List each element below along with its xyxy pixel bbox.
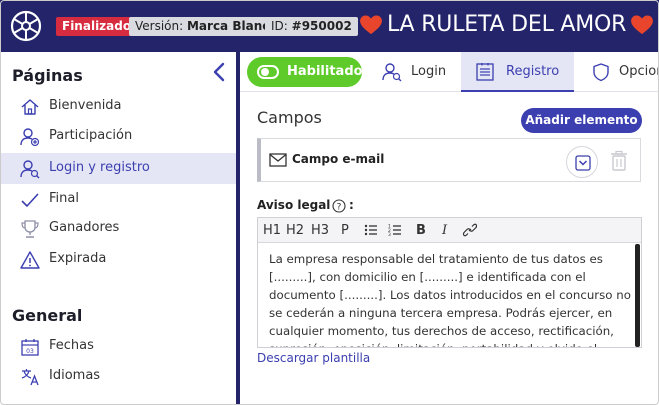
sidebar-item-label: Idiomas	[49, 368, 101, 383]
sidebar-item-label: Login y registro	[49, 160, 150, 175]
calendar-icon: 03	[21, 339, 39, 356]
version-badge: Versión: Marca Blanca	[129, 17, 284, 36]
roulette-logo-icon[interactable]	[10, 10, 42, 42]
chevron-left-icon[interactable]	[212, 62, 226, 82]
version-prefix: Versión:	[135, 19, 187, 33]
sidebar-item-expirada[interactable]: Expirada	[0, 244, 236, 275]
sidebar-item-label: Participación	[49, 128, 133, 143]
ordered-list-icon[interactable]: 123	[388, 223, 402, 237]
sidebar-item-idiomas[interactable]: Idiomas	[0, 361, 236, 392]
heading3-button[interactable]: H3	[311, 223, 329, 238]
bold-button[interactable]: B	[416, 223, 426, 238]
legal-colon: :	[349, 198, 354, 212]
app-title-text: LA RULETA DEL AMOR	[387, 12, 627, 37]
tab-label: Opciones	[619, 64, 659, 79]
toggle-switch-icon	[257, 65, 279, 79]
top-bar: Finalizado Versión: Marca Blanca ID: #95…	[0, 0, 659, 52]
toggle-label: Habilitado	[287, 64, 363, 79]
form-icon	[476, 63, 494, 81]
sidebar-item-participacion[interactable]: Participación	[0, 121, 236, 152]
trophy-icon	[21, 220, 39, 238]
tab-login[interactable]: Login	[370, 52, 456, 92]
chevron-down-icon	[575, 155, 591, 171]
id-badge: ID: #950002	[265, 17, 358, 36]
sidebar-item-label: Ganadores	[49, 220, 120, 235]
sidebar-section-title-general: General	[12, 306, 83, 325]
legal-text-editor[interactable]: H1 H2 H3 P 123 B I La empresa responsabl…	[257, 217, 642, 348]
sidebar-item-login-registro[interactable]: Login y registro	[0, 153, 236, 184]
tab-label: Login	[411, 64, 447, 79]
sidebar-item-bienvenida[interactable]: Bienvenida	[0, 91, 236, 122]
sidebar-item-fechas[interactable]: 03 Fechas	[0, 331, 236, 362]
svg-text:?: ?	[337, 202, 342, 212]
help-icon[interactable]: ?	[332, 199, 346, 213]
editor-toolbar: H1 H2 H3 P 123 B I	[258, 218, 641, 243]
shield-icon	[593, 63, 609, 82]
fields-title: Campos	[257, 108, 322, 127]
sidebar-section-title-pages: Páginas	[12, 66, 83, 85]
sidebar-item-label: Expirada	[49, 251, 107, 266]
warning-icon	[20, 251, 40, 269]
heading1-button[interactable]: H1	[263, 223, 281, 238]
legal-label: Aviso legal	[257, 198, 331, 212]
tab-registro[interactable]: Registro	[461, 52, 574, 92]
svg-text:03: 03	[26, 348, 34, 355]
italic-button[interactable]: I	[442, 223, 447, 238]
tab-label: Registro	[506, 64, 560, 79]
heading2-button[interactable]: H2	[286, 223, 304, 238]
translate-icon	[21, 369, 39, 386]
id-prefix: ID:	[271, 19, 292, 33]
enabled-toggle[interactable]: Habilitado	[247, 57, 363, 87]
user-search-icon	[382, 63, 402, 82]
version-value: Marca Blanca	[186, 19, 278, 33]
legal-text[interactable]: La empresa responsable del tratamiento d…	[269, 250, 635, 347]
user-search-icon	[20, 160, 40, 179]
check-icon	[21, 193, 39, 207]
bullet-list-icon[interactable]	[364, 223, 378, 237]
app-title: LA RULETA DEL AMOR	[360, 12, 654, 37]
sidebar-item-ganadores[interactable]: Ganadores	[0, 213, 236, 244]
user-add-icon	[20, 128, 40, 147]
sidebar-item-label: Bienvenida	[49, 98, 122, 113]
link-icon[interactable]	[463, 223, 477, 237]
id-value: #950002	[291, 19, 352, 33]
expand-field-button[interactable]	[566, 146, 598, 178]
sidebar-item-final[interactable]: Final	[0, 184, 236, 215]
heart-icon	[360, 14, 382, 34]
trash-icon[interactable]	[609, 150, 629, 172]
add-element-button[interactable]: Añadir elemento	[521, 108, 642, 133]
mail-icon	[269, 153, 287, 167]
sidebar-item-label: Final	[49, 191, 79, 206]
status-badge: Finalizado	[56, 17, 138, 36]
tab-opciones[interactable]: Opciones	[581, 52, 659, 92]
download-template-link[interactable]: Descargar plantilla	[257, 351, 370, 365]
sidebar-item-label: Fechas	[49, 338, 94, 353]
field-card-label: Campo e-mail	[292, 152, 385, 166]
heart-icon	[631, 14, 654, 34]
home-icon	[21, 99, 39, 115]
editor-scrollbar[interactable]	[635, 244, 640, 347]
paragraph-button[interactable]: P	[341, 223, 349, 238]
svg-text:3: 3	[388, 232, 391, 237]
